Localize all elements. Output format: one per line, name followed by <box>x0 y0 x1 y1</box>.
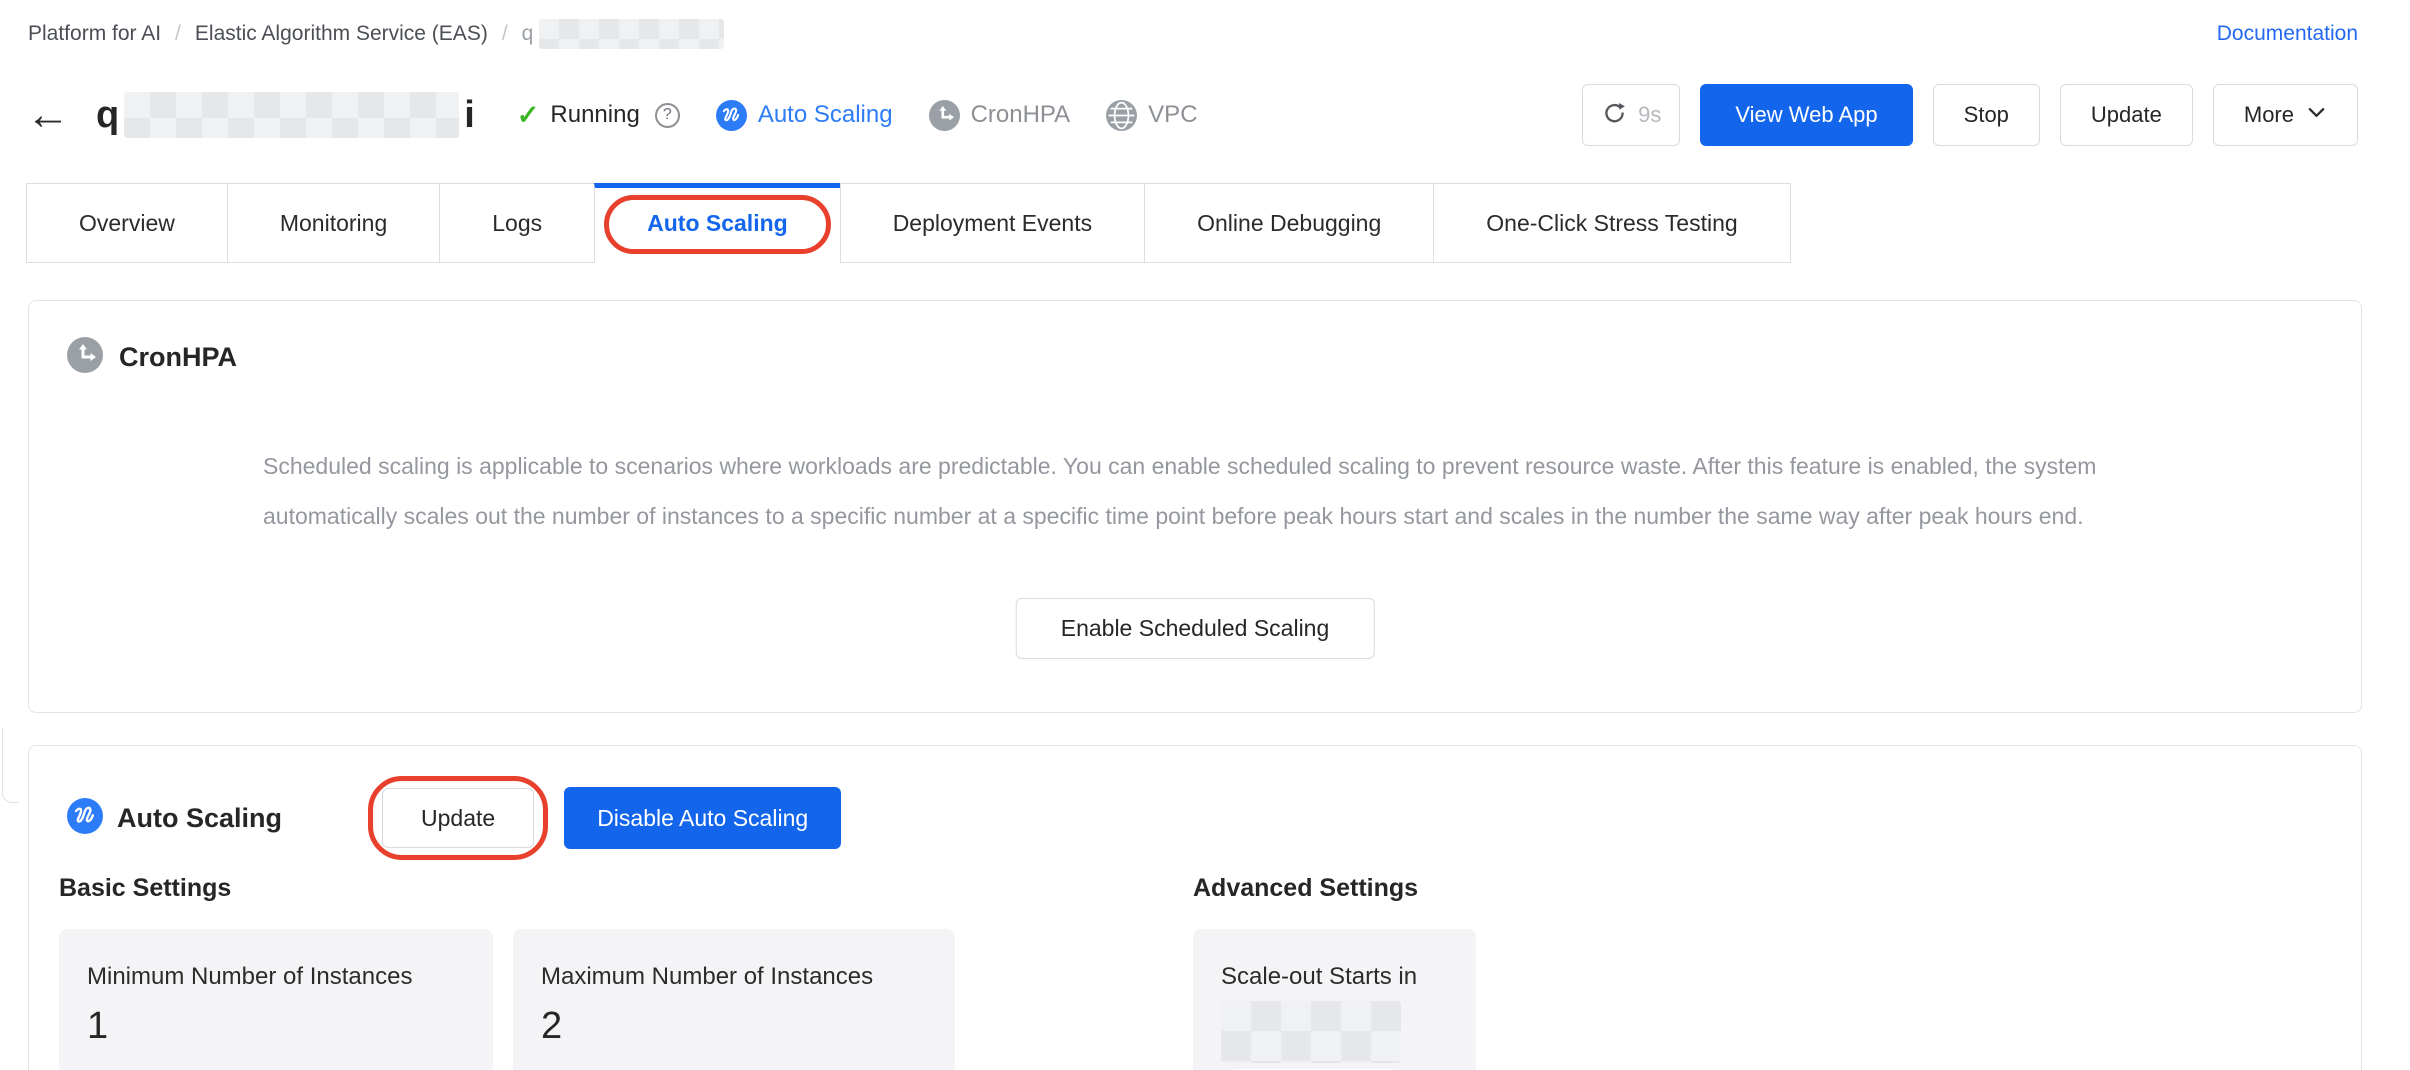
cron-clock-icon <box>67 337 103 378</box>
card-min-instances-label: Minimum Number of Instances <box>87 963 413 990</box>
advanced-settings-title: Advanced Settings <box>1193 874 1419 902</box>
status-label: Running <box>550 101 640 128</box>
badge-vpc-label: VPC <box>1148 101 1198 128</box>
card-max-instances-label: Maximum Number of Instances <box>541 963 874 990</box>
header-actions: 9s View Web App Stop Update More <box>1582 84 2358 146</box>
badge-cronhpa-label: CronHPA <box>970 101 1071 128</box>
breadcrumb-separator: / <box>175 22 181 45</box>
badge-auto-scaling[interactable]: Auto Scaling <box>715 99 893 131</box>
cronhpa-description: Scheduled scaling is applicable to scena… <box>263 453 2097 529</box>
badge-cronhpa[interactable]: CronHPA <box>928 99 1071 131</box>
advanced-settings-section: Advanced Settings Scale-out Starts in <box>1193 874 1476 1070</box>
refresh-interval: 9s <box>1638 102 1662 127</box>
card-min-instances: Minimum Number of Instances 1 <box>59 929 493 1070</box>
redacted-service-name <box>124 92 460 138</box>
check-icon: ✓ <box>516 99 540 130</box>
globe-icon <box>1106 99 1138 131</box>
basic-settings-section: Basic Settings Minimum Number of Instanc… <box>59 874 955 1070</box>
update-auto-scaling-button[interactable]: Update <box>382 788 535 848</box>
redacted-breadcrumb-service-name <box>539 19 725 49</box>
tab-monitoring[interactable]: Monitoring <box>226 183 441 263</box>
tab-auto-scaling[interactable]: Auto Scaling <box>594 183 841 263</box>
view-web-app-button[interactable]: View Web App <box>1700 84 1913 146</box>
breadcrumb-item-platform[interactable]: Platform for AI <box>28 22 161 46</box>
card-scale-out-label: Scale-out Starts in <box>1221 963 1418 990</box>
help-icon[interactable]: ? <box>654 102 680 128</box>
service-name-prefix: q <box>96 93 120 136</box>
card-min-instances-value: 1 <box>87 1005 109 1047</box>
breadcrumb-service-prefix: q <box>521 22 534 45</box>
service-header: ← q i ✓ Running ? Auto Scaling CronHPA V… <box>26 82 2358 148</box>
annotation-ring: Update <box>368 776 549 860</box>
breadcrumb: Platform for AI / Elastic Algorithm Serv… <box>28 16 2358 52</box>
cronhpa-panel-title: CronHPA <box>119 342 237 372</box>
redacted-scale-out-value <box>1221 1001 1401 1063</box>
offscreen-panel-edge <box>2 728 19 803</box>
breadcrumb-separator: / <box>501 22 508 45</box>
tab-auto-scaling-label: Auto Scaling <box>647 209 788 236</box>
badge-auto-scaling-label: Auto Scaling <box>757 101 893 128</box>
auto-scaling-panel-header: Auto Scaling Update Disable Auto Scaling <box>67 776 842 860</box>
advanced-settings-cards: Scale-out Starts in <box>1193 929 1476 1070</box>
back-arrow-icon[interactable]: ← <box>26 93 70 137</box>
tab-one-click-stress-testing[interactable]: One-Click Stress Testing <box>1433 183 1791 263</box>
breadcrumb-item-eas[interactable]: Elastic Algorithm Service (EAS) <box>195 22 488 46</box>
badge-vpc[interactable]: VPC <box>1106 99 1198 131</box>
update-service-button[interactable]: Update <box>2059 84 2193 146</box>
refresh-button[interactable]: 9s <box>1582 84 1681 146</box>
status-badge: ✓ Running ? <box>517 100 680 131</box>
tab-online-debugging[interactable]: Online Debugging <box>1144 183 1435 263</box>
basic-settings-cards: Minimum Number of Instances 1 Maximum Nu… <box>59 929 955 1070</box>
tab-overview[interactable]: Overview <box>26 183 228 263</box>
chevron-down-icon <box>2306 102 2327 129</box>
stop-button[interactable]: Stop <box>1932 84 2040 146</box>
auto-scaling-panel-title: Auto Scaling <box>117 802 283 833</box>
service-name: q i <box>96 92 475 138</box>
service-name-suffix: i <box>464 93 475 136</box>
more-button-label: More <box>2243 102 2294 127</box>
cronhpa-panel: CronHPA Scheduled scaling is applicable … <box>28 300 2362 713</box>
app-root: Platform for AI / Elastic Algorithm Serv… <box>0 0 2410 1070</box>
auto-scaling-icon <box>715 99 747 131</box>
card-scale-out-starts-in: Scale-out Starts in <box>1193 929 1476 1070</box>
auto-scaling-icon <box>67 797 103 839</box>
documentation-link[interactable]: Documentation <box>2217 22 2358 46</box>
card-max-instances: Maximum Number of Instances 2 <box>513 929 955 1070</box>
tab-logs[interactable]: Logs <box>439 183 596 263</box>
cronhpa-panel-header: CronHPA <box>67 337 237 378</box>
basic-settings-title: Basic Settings <box>59 874 232 902</box>
refresh-icon <box>1601 99 1628 132</box>
enable-scheduled-scaling-button[interactable]: Enable Scheduled Scaling <box>1015 598 1375 659</box>
auto-scaling-panel: Auto Scaling Update Disable Auto Scaling… <box>28 745 2362 1070</box>
tab-bar: Overview Monitoring Logs Auto Scaling De… <box>26 183 1791 263</box>
card-max-instances-value: 2 <box>541 1005 563 1047</box>
disable-auto-scaling-button[interactable]: Disable Auto Scaling <box>564 787 842 849</box>
cron-clock-icon <box>928 99 960 131</box>
tab-deployment-events[interactable]: Deployment Events <box>839 183 1146 263</box>
more-button[interactable]: More <box>2212 84 2358 146</box>
breadcrumb-item-service: q <box>522 19 725 49</box>
